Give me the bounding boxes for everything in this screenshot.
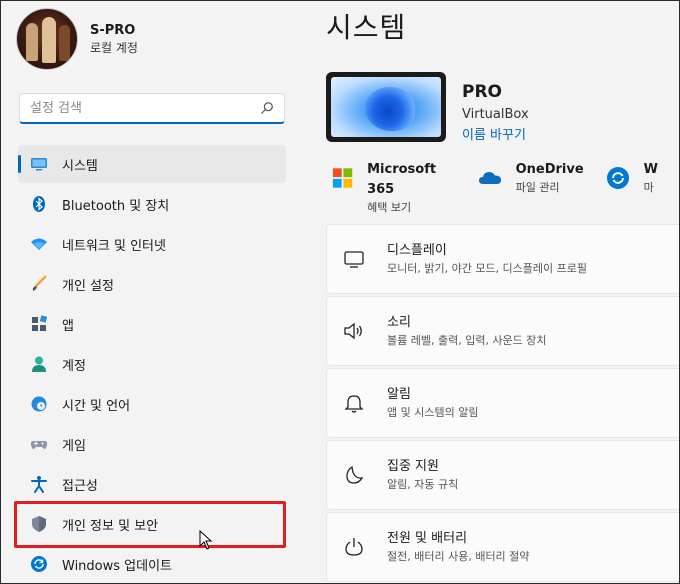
card-title: 전원 및 배터리 (387, 531, 468, 546)
card-subtitle: 모니터, 밝기, 야간 모드, 디스플레이 프로필 (387, 262, 588, 275)
brush-icon (30, 275, 48, 293)
search-input[interactable] (30, 100, 260, 116)
search-icon[interactable] (260, 101, 274, 115)
power-icon (345, 538, 363, 556)
account-icon (30, 355, 48, 373)
quick-link-title: Microsoft 365 (367, 162, 437, 197)
quick-links: Microsoft 365 혜택 보기 OneDrive 파일 관리 W 마 (332, 160, 680, 216)
sidebar-item-bluetooth[interactable]: Bluetooth 및 장치 (18, 185, 286, 223)
highlight-box (14, 501, 286, 548)
device-thumbnail (326, 72, 446, 142)
apps-icon (30, 315, 48, 333)
sidebar-item-label: 네트워크 및 인터넷 (62, 238, 166, 254)
sidebar-item-label: 앱 (62, 318, 74, 334)
update-icon (30, 555, 48, 573)
sidebar-item-label: 계정 (62, 358, 86, 374)
page-title: 시스템 (326, 11, 407, 44)
card-subtitle: 알림, 자동 규칙 (387, 478, 459, 491)
quick-link-title: W (643, 162, 658, 177)
card-display[interactable]: 디스플레이 모니터, 밝기, 야간 모드, 디스플레이 프로필 (326, 224, 680, 294)
sidebar-item-label: 시간 및 언어 (62, 398, 131, 414)
card-title: 집중 지원 (387, 459, 439, 474)
quick-link-subtitle: 혜택 보기 (367, 201, 412, 214)
profile-account-type: 로컬 계정 (90, 41, 138, 55)
accessibility-icon (30, 475, 48, 493)
quick-link-microsoft-365[interactable]: Microsoft 365 혜택 보기 (332, 160, 456, 216)
card-title: 디스플레이 (387, 243, 447, 258)
sidebar-item-apps[interactable]: 앱 (18, 305, 286, 343)
sidebar-item-accessibility[interactable]: 접근성 (18, 465, 286, 503)
sidebar-item-windows-update[interactable]: Windows 업데이트 (18, 545, 286, 583)
avatar (16, 8, 78, 70)
bluetooth-icon (30, 195, 48, 213)
sidebar-item-label: 개인 설정 (62, 278, 114, 294)
cloud-icon (478, 172, 501, 184)
sidebar-item-time-language[interactable]: 시간 및 언어 (18, 385, 286, 423)
device-model: VirtualBox (462, 107, 529, 122)
sidebar-item-label: 접근성 (62, 478, 98, 494)
card-subtitle: 절전, 배터리 사용, 배터리 절약 (387, 550, 530, 563)
card-subtitle: 앱 및 시스템의 알림 (387, 406, 479, 419)
speaker-icon (344, 322, 362, 340)
sidebar-item-gaming[interactable]: 게임 (18, 425, 286, 463)
system-icon (30, 155, 48, 173)
card-title: 소리 (387, 315, 411, 330)
card-sound[interactable]: 소리 볼륨 레벨, 출력, 입력, 사운드 장치 (326, 296, 680, 366)
user-profile[interactable]: S-PRO 로컬 계정 (16, 8, 138, 70)
settings-cards: 디스플레이 모니터, 밝기, 야간 모드, 디스플레이 프로필 소리 볼륨 레벨… (326, 224, 680, 584)
sidebar-item-label: 게임 (62, 438, 86, 454)
card-power-battery[interactable]: 전원 및 배터리 절전, 배터리 사용, 배터리 절약 (326, 512, 680, 582)
sidebar-item-system[interactable]: 시스템 (18, 145, 286, 183)
wifi-icon (30, 235, 48, 253)
mouse-cursor-icon (199, 530, 213, 550)
quick-link-subtitle: 마 (643, 181, 654, 194)
device-name: PRO (462, 82, 503, 102)
gamepad-icon (30, 435, 48, 453)
sidebar-item-accounts[interactable]: 계정 (18, 345, 286, 383)
moon-icon (346, 465, 364, 484)
card-subtitle: 볼륨 레벨, 출력, 입력, 사운드 장치 (387, 334, 547, 347)
rename-link[interactable]: 이름 바꾸기 (462, 127, 529, 145)
sidebar-item-label: 시스템 (62, 158, 98, 174)
quick-link-title: OneDrive (515, 162, 584, 177)
sidebar-item-network[interactable]: 네트워크 및 인터넷 (18, 225, 286, 263)
sidebar-item-label: Bluetooth 및 장치 (62, 198, 170, 214)
device-summary: PRO VirtualBox 이름 바꾸기 (326, 72, 529, 145)
card-title: 알림 (387, 387, 411, 402)
sidebar: S-PRO 로컬 계정 시스템 Bluetooth 및 장치 네트워 (0, 0, 300, 584)
microsoft-icon (332, 168, 353, 188)
main-content: 시스템 PRO VirtualBox 이름 바꾸기 Microsoft 365 … (326, 0, 680, 584)
card-notifications[interactable]: 알림 앱 및 시스템의 알림 (326, 368, 680, 438)
card-focus-assist[interactable]: 집중 지원 알림, 자동 규칙 (326, 440, 680, 510)
globe-clock-icon (30, 395, 48, 413)
search-box[interactable] (19, 93, 285, 124)
display-icon (344, 251, 364, 268)
sidebar-item-personalization[interactable]: 개인 설정 (18, 265, 286, 303)
quick-link-onedrive[interactable]: OneDrive 파일 관리 (478, 160, 584, 216)
quick-link-subtitle: 파일 관리 (515, 181, 560, 194)
sync-icon (606, 167, 629, 189)
bell-icon (344, 395, 364, 413)
profile-name: S-PRO (90, 23, 136, 38)
quick-link-windows-update[interactable]: W 마 (606, 160, 658, 216)
sidebar-item-label: Windows 업데이트 (62, 558, 173, 574)
